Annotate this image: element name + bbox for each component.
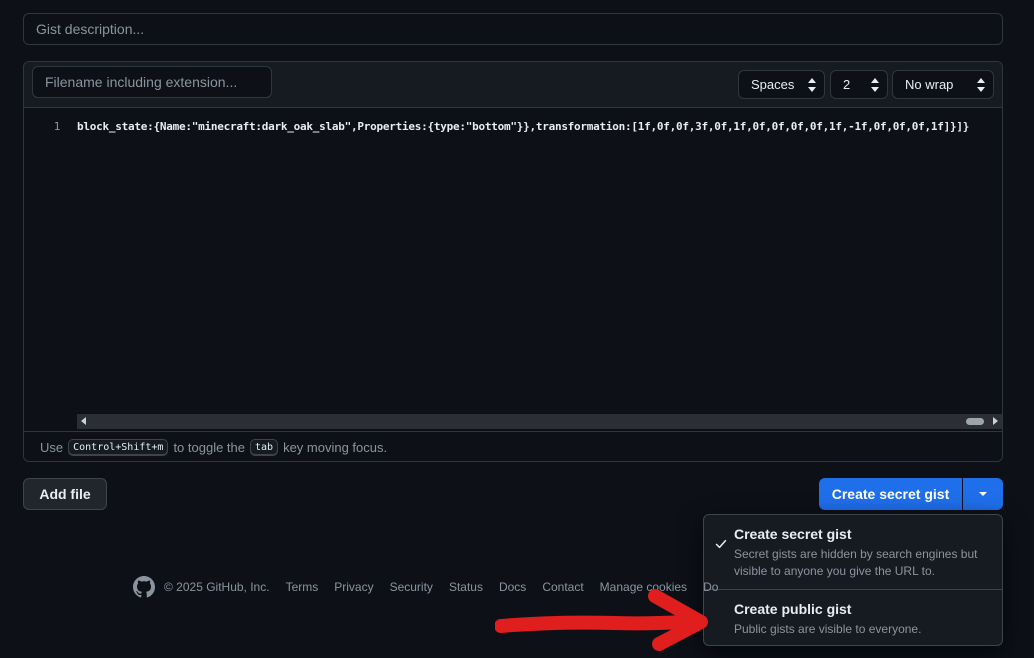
footer-copyright: © 2025 GitHub, Inc. <box>164 580 270 594</box>
hint-suffix: key moving focus. <box>283 439 388 455</box>
tab-kbd: tab <box>250 438 279 456</box>
wrap-mode-value: No wrap <box>905 77 954 92</box>
github-mark-icon[interactable] <box>133 576 155 598</box>
select-arrows-icon <box>808 78 816 92</box>
select-arrows-icon <box>871 78 879 92</box>
filename-placeholder: Filename including extension... <box>45 74 238 90</box>
horizontal-scrollbar[interactable] <box>77 414 1002 429</box>
footer-link-security[interactable]: Security <box>390 580 433 594</box>
code-line[interactable]: block_state:{Name:"minecraft:dark_oak_sl… <box>77 120 969 133</box>
gist-file-editor: Filename including extension... Spaces 2… <box>23 61 1003 462</box>
create-gist-split-button: Create secret gist <box>819 478 1003 510</box>
indent-size-value: 2 <box>843 77 851 92</box>
footer-link-status[interactable]: Status <box>449 580 483 594</box>
menu-item-description: Public gists are visible to everyone. <box>734 622 922 636</box>
indent-size-select[interactable]: 2 <box>830 70 888 99</box>
hint-middle: to toggle the <box>173 439 245 455</box>
hint-prefix: Use <box>40 439 64 455</box>
create-gist-dropdown-toggle[interactable] <box>962 478 1003 510</box>
footer-link-privacy[interactable]: Privacy <box>334 580 373 594</box>
menu-item-description: Secret gists are hidden by search engine… <box>734 547 978 578</box>
create-secret-gist-button[interactable]: Create secret gist <box>819 478 962 510</box>
file-header: Filename including extension... Spaces 2… <box>24 62 1002 108</box>
menu-item-title: Create secret gist <box>734 526 852 542</box>
menu-item-create-secret-gist[interactable]: Create secret gist Secret gists are hidd… <box>704 526 1002 580</box>
scroll-right-icon[interactable] <box>993 417 998 425</box>
wrap-mode-select[interactable]: No wrap <box>892 70 994 99</box>
check-icon <box>715 539 727 549</box>
menu-item-create-public-gist[interactable]: Create public gist Public gists are visi… <box>704 601 1002 638</box>
footer-link-terms[interactable]: Terms <box>286 580 319 594</box>
line-number: 1 <box>53 120 61 133</box>
indent-mode-select[interactable]: Spaces <box>738 70 825 99</box>
menu-divider <box>704 589 1002 590</box>
create-gist-menu: Create secret gist Secret gists are hidd… <box>703 514 1003 646</box>
scroll-left-icon[interactable] <box>81 417 86 425</box>
red-arrow-annotation <box>495 589 708 651</box>
triangle-down-icon <box>979 492 987 496</box>
filename-input[interactable]: Filename including extension... <box>32 66 272 98</box>
gist-description-input[interactable]: Gist description... <box>23 13 1003 45</box>
gist-description-placeholder: Gist description... <box>36 21 145 37</box>
add-file-button[interactable]: Add file <box>23 478 107 510</box>
tab-focus-hint: Use Control+Shift+m to toggle the tab ke… <box>24 431 1002 461</box>
scrollbar-thumb[interactable] <box>966 418 984 425</box>
indent-mode-value: Spaces <box>751 77 795 92</box>
shortcut-kbd: Control+Shift+m <box>68 438 169 456</box>
code-editor[interactable]: 1 block_state:{Name:"minecraft:dark_oak_… <box>24 108 1002 431</box>
select-arrows-icon <box>977 78 985 92</box>
menu-item-title: Create public gist <box>734 601 852 617</box>
